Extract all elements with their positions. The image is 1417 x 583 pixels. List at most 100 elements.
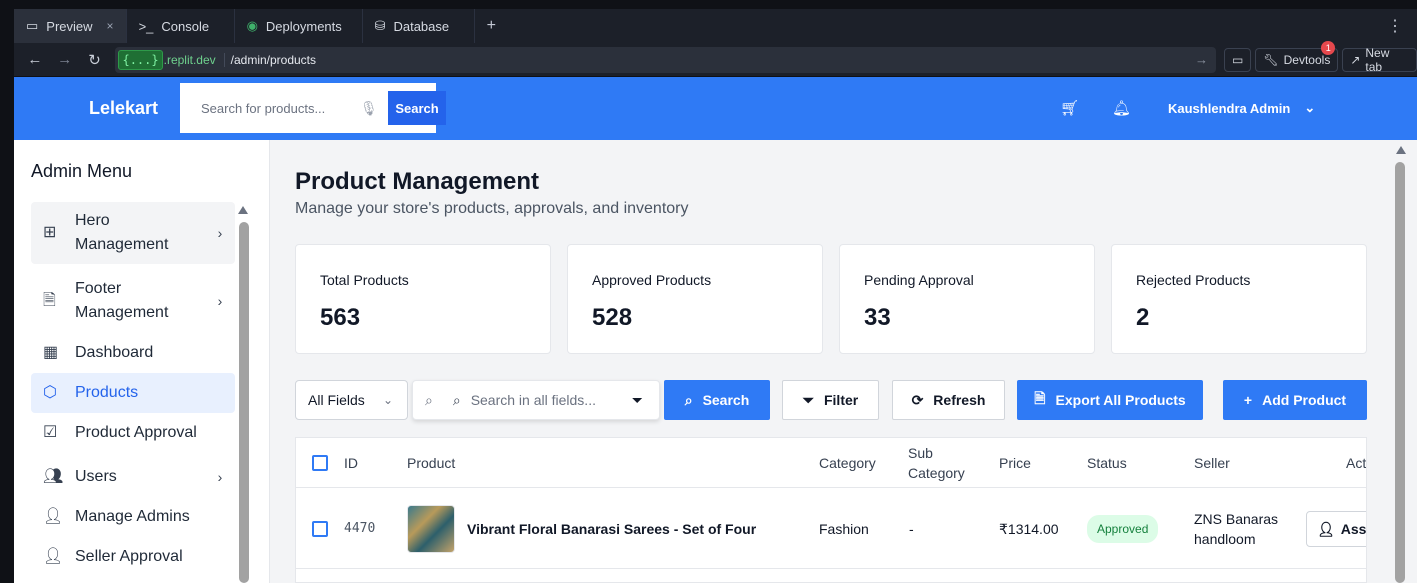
- user-plus-icon: 👤︎: [1317, 521, 1335, 537]
- grid-icon: ⊞: [43, 224, 57, 241]
- stat-label: Pending Approval: [864, 272, 974, 288]
- sidebar-item-product-approval[interactable]: ☑ Product Approval: [31, 414, 235, 452]
- sidebar-scrollbar[interactable]: [238, 202, 249, 583]
- field-select-value: All Fields: [308, 392, 365, 408]
- monitor-icon: ▭: [26, 18, 39, 33]
- table-header: ID Product Category Sub Category Price S…: [296, 438, 1367, 488]
- cell-category: Fashion: [819, 521, 869, 537]
- status-badge: Approved: [1087, 515, 1159, 543]
- cell-actions: 👤︎ Assign: [1306, 489, 1366, 569]
- stat-value: 528: [592, 304, 633, 331]
- reload-icon[interactable]: ↻: [82, 47, 108, 73]
- sidebar-item-seller-approval[interactable]: 👤︎ Seller Approval: [31, 538, 235, 576]
- url-bar: ← → ↻ {...} .replit.dev /admin/products …: [14, 40, 1417, 76]
- page-subtitle: Manage your store's products, approvals,…: [295, 200, 689, 217]
- product-search-input[interactable]: Search in all fields...: [471, 392, 596, 408]
- sidebar-item-label: Products: [75, 384, 139, 401]
- sidebar-item-label: Product Approval: [75, 424, 197, 441]
- column-id[interactable]: ID: [344, 438, 358, 488]
- search-icon: ⌕: [425, 391, 433, 408]
- page-title: Product Management: [295, 168, 540, 195]
- file-export-icon: 🗎︎: [1034, 390, 1046, 406]
- tab-database[interactable]: ⛁ Database: [363, 9, 475, 43]
- microphone-icon[interactable]: 🎙︎: [360, 100, 388, 117]
- domain-chip: {...}: [118, 49, 163, 70]
- filter-button[interactable]: ⏷ Filter: [782, 380, 879, 420]
- column-actions: Actions: [1346, 455, 1367, 471]
- header-search-input[interactable]: Search for products...: [180, 101, 360, 116]
- main-content: Product Management Manage your store's p…: [271, 140, 1402, 583]
- url-input[interactable]: {...} .replit.dev /admin/products →: [115, 46, 1217, 73]
- sidebar-item-footer-management[interactable]: 🗎︎ Footer Management ›: [31, 270, 235, 332]
- scroll-up-arrow-icon[interactable]: [1396, 146, 1406, 154]
- stat-card-approved: Approved Products 528: [567, 244, 823, 354]
- column-price[interactable]: Price: [999, 438, 1031, 488]
- chevron-down-icon: ⌄: [382, 393, 393, 407]
- domain-text: .replit.dev: [163, 52, 216, 67]
- sidebar-scroll-thumb[interactable]: [239, 222, 249, 583]
- refresh-button-label: Refresh: [933, 392, 986, 408]
- brand-logo[interactable]: Lelekart: [89, 98, 158, 119]
- sidebar-item-users[interactable]: 👥︎ Users ›: [31, 458, 235, 496]
- search-icon: ⌕: [684, 391, 693, 408]
- sidebar-item-dashboard[interactable]: ▦ Dashboard: [31, 334, 235, 372]
- export-button[interactable]: 🗎︎ Export All Products: [1017, 380, 1203, 420]
- tab-deployments[interactable]: ◉ Deployments: [235, 9, 363, 43]
- user-menu[interactable]: Kaushlendra Admin ⌄: [1168, 100, 1315, 116]
- sidebar-item-manage-admins[interactable]: 👤︎ Manage Admins: [31, 498, 235, 536]
- field-select[interactable]: All Fields ⌄: [295, 380, 408, 420]
- row-checkbox[interactable]: [312, 489, 328, 569]
- column-category[interactable]: Category: [819, 438, 876, 488]
- products-table: ID Product Category Sub Category Price S…: [295, 437, 1367, 583]
- header-search-button[interactable]: Search: [388, 91, 446, 125]
- main-scroll-thumb[interactable]: [1395, 162, 1405, 583]
- stat-value: 563: [320, 304, 361, 331]
- new-tab-button[interactable]: +: [475, 9, 508, 43]
- more-menu-icon[interactable]: ⋮: [1373, 16, 1417, 36]
- sidebar-item-label: Users: [75, 468, 117, 485]
- select-all-checkbox[interactable]: [312, 438, 328, 488]
- stat-label: Rejected Products: [1136, 272, 1251, 288]
- admin-sidebar: Admin Menu ⊞ Hero Management › 🗎︎ Footer…: [14, 140, 270, 583]
- column-product[interactable]: Product: [407, 438, 455, 488]
- sidebar-item-label: Hero Management: [75, 212, 169, 253]
- deployments-icon: ◉: [246, 18, 258, 33]
- cart-icon[interactable]: 🛒︎: [1060, 99, 1079, 117]
- column-sub-category[interactable]: Sub Category: [908, 438, 976, 488]
- screen: ▭ Preview × >_ Console ◉ Deployments ⛁ D…: [0, 0, 1417, 583]
- screen-toggle-button[interactable]: ▭: [1224, 47, 1252, 72]
- main-scrollbar[interactable]: [1395, 140, 1407, 583]
- go-arrow-icon[interactable]: →: [1195, 52, 1208, 67]
- scroll-up-arrow-icon[interactable]: [238, 206, 248, 214]
- new-tab-link-button[interactable]: ↗ New tab: [1342, 45, 1417, 74]
- export-button-label: Export All Products: [1055, 392, 1186, 408]
- add-product-button[interactable]: + Add Product: [1223, 380, 1367, 420]
- refresh-button[interactable]: ⟳ Refresh: [892, 380, 1005, 420]
- cell-status: Approved: [1087, 489, 1159, 569]
- user-cog-icon: 👤︎: [43, 508, 64, 525]
- new-tab-label: New tab: [1365, 45, 1390, 74]
- devtools-badge: 1: [1321, 40, 1336, 55]
- document-icon: 🗎︎: [43, 292, 56, 309]
- back-arrow-icon[interactable]: ←: [22, 47, 48, 73]
- header-search: Search for products... 🎙︎ Search: [180, 83, 446, 133]
- sidebar-item-hero-management[interactable]: ⊞ Hero Management ›: [31, 202, 235, 264]
- tab-preview[interactable]: ▭ Preview ×: [14, 9, 127, 43]
- bell-icon[interactable]: 🔔︎: [1112, 99, 1131, 117]
- close-icon[interactable]: ×: [107, 19, 114, 33]
- stat-card-rejected: Rejected Products 2: [1111, 244, 1367, 354]
- column-seller[interactable]: Seller: [1194, 438, 1230, 488]
- assign-button[interactable]: 👤︎ Assign: [1306, 511, 1366, 547]
- search-button[interactable]: ⌕ Search: [664, 380, 770, 420]
- forward-arrow-icon[interactable]: →: [52, 47, 78, 73]
- sidebar-item-products[interactable]: ⬡ Products: [31, 373, 235, 413]
- devtools-button[interactable]: 🔧︎ Devtools 1: [1255, 40, 1339, 72]
- external-link-icon: ↗: [1350, 52, 1361, 67]
- chevron-down-icon: ⌄: [1304, 100, 1316, 115]
- app-viewport: Lelekart Search for products... 🎙︎ Searc…: [14, 77, 1417, 583]
- dashboard-icon: ▦: [43, 344, 59, 361]
- filter-icon[interactable]: ⏷: [632, 392, 643, 409]
- tab-console[interactable]: >_ Console: [127, 9, 235, 43]
- column-status[interactable]: Status: [1087, 438, 1127, 488]
- cell-product[interactable]: Vibrant Floral Banarasi Sarees - Set of …: [467, 489, 756, 569]
